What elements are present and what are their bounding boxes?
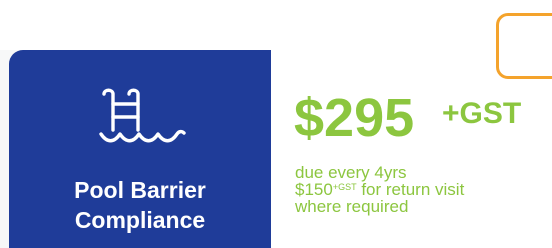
where-required: where required: [295, 197, 409, 216]
return-visit-line: $150+GST for return visit: [295, 181, 464, 198]
price-frequency: due every 4yrs: [295, 163, 407, 182]
service-title-line1: Pool Barrier: [74, 177, 206, 203]
price-amount: $295: [294, 88, 415, 148]
pool-ladder-icon: [99, 88, 186, 143]
orange-outline-box: [496, 13, 552, 79]
service-title-line2: Compliance: [74, 207, 206, 233]
service-title: Pool Barrier Compliance: [9, 175, 271, 235]
return-visit-gst: +GST: [332, 182, 357, 192]
price-details: due every 4yrs $150+GST for return visit…: [295, 164, 464, 215]
price-panel: [271, 50, 552, 248]
page-backdrop: [0, 0, 552, 50]
service-tile: Pool Barrier Compliance: [9, 50, 271, 248]
price-gst-suffix: +GST: [442, 97, 522, 130]
